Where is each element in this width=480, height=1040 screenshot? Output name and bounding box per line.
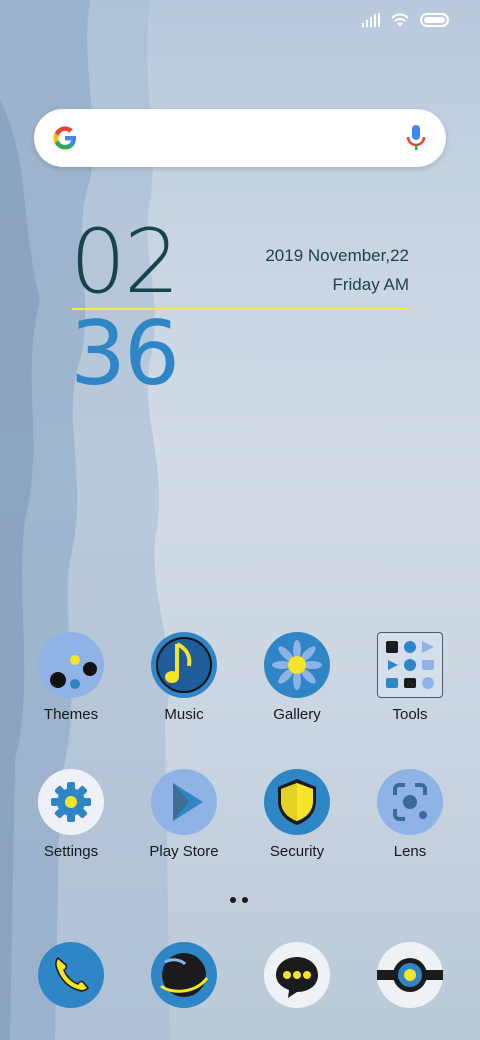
phone-icon [38,942,104,1008]
date-text: 2019 November,22 [265,246,409,265]
app-label: Music [164,706,204,723]
clock-hour[interactable]: 02 [70,218,180,306]
dock-messages[interactable] [247,942,347,1008]
app-gallery[interactable]: Gallery [247,632,347,723]
app-label: Lens [393,843,427,860]
security-icon [264,769,330,835]
google-search-bar[interactable] [34,109,446,167]
settings-icon [38,769,104,835]
tools-folder-icon [377,632,443,698]
app-settings[interactable]: Settings [21,769,121,860]
page-dot-active [230,897,236,903]
clock-minute[interactable]: 36 [70,310,180,398]
google-logo-icon [50,123,80,158]
mic-icon[interactable] [406,123,426,158]
page-indicator[interactable] [230,897,248,903]
dock-phone[interactable] [21,942,121,1008]
day-period-text: Friday AM [332,275,409,294]
themes-icon [38,632,104,698]
browser-icon [151,942,217,1008]
dock-browser[interactable] [134,942,234,1008]
folder-tools[interactable]: Tools [360,632,460,723]
app-label: Security [269,843,325,860]
app-music[interactable]: Music [134,632,234,723]
lens-icon [377,769,443,835]
app-label: Gallery [273,706,321,723]
app-label: Play Store [149,843,219,860]
music-icon [151,632,217,698]
gallery-icon [264,632,330,698]
app-security[interactable]: Security [247,769,347,860]
battery-icon [420,13,450,32]
wifi-icon [390,12,410,33]
camera-icon [377,942,443,1008]
app-lens[interactable]: Lens [360,769,460,860]
app-label: Settings [43,843,99,860]
dock-camera[interactable] [360,942,460,1008]
messages-icon [264,942,330,1008]
play-store-icon [151,769,217,835]
signal-icon [362,13,380,32]
page-dot [242,897,248,903]
app-play-store[interactable]: Play Store [134,769,234,860]
app-label: Tools [392,706,428,723]
app-label: Themes [43,706,99,723]
app-themes[interactable]: Themes [21,632,121,723]
status-bar [362,12,450,33]
